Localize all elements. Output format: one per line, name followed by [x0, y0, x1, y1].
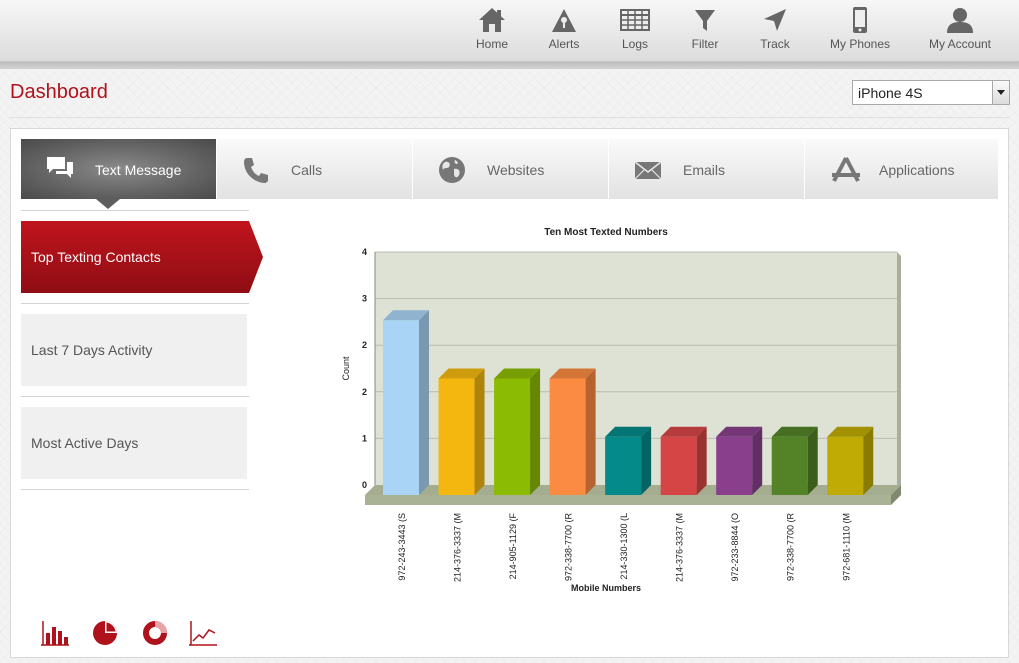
y-tick-label: 2	[362, 387, 367, 397]
x-tick-label: 214-905-1129 (F	[508, 512, 518, 579]
x-tick-label: 972-681-1110 (M	[841, 513, 851, 581]
page-title: Dashboard	[10, 81, 108, 103]
chart-bar	[494, 378, 531, 495]
chart-bar	[549, 378, 586, 495]
nav-filter-label: Filter	[691, 37, 719, 51]
chart-bar	[605, 436, 642, 495]
x-tick-label: 972-233-8844 (O	[730, 513, 740, 582]
tab-emails-label: Emails	[683, 162, 726, 178]
x-tick-label: 972-338-7700 (R	[564, 513, 574, 582]
sidebar-item-label: Last 7 Days Activity	[31, 342, 153, 358]
globe-icon	[439, 157, 465, 183]
nav-logs-label: Logs	[621, 37, 649, 51]
y-tick-label: 4	[362, 247, 367, 257]
nav-logs[interactable]: Logs	[595, 6, 675, 56]
nav-track-label: Track	[760, 37, 790, 51]
y-axis-label: Count	[341, 356, 351, 381]
plot-area-side	[897, 252, 901, 485]
chart-bar-side	[807, 426, 818, 495]
line-chart-icon[interactable]	[189, 619, 217, 647]
chart-bar-side	[752, 426, 763, 495]
donut-chart-icon[interactable]	[141, 619, 169, 647]
chevron-down-icon[interactable]	[992, 81, 1009, 104]
nav-filter[interactable]: Filter	[665, 6, 745, 56]
x-tick-label: 214-376-3337 (M	[675, 513, 685, 582]
chart-bar	[716, 436, 753, 495]
sidebar-item-last-7-days-activity[interactable]: Last 7 Days Activity	[21, 314, 247, 386]
x-axis-label: Mobile Numbers	[571, 583, 641, 593]
chart-bar	[383, 320, 419, 495]
alert-icon	[552, 9, 576, 32]
sidebar-item-top-texting-contacts[interactable]: Top Texting Contacts	[21, 221, 263, 293]
top-nav-bar: Home Alerts Logs Filter Track My Phones …	[0, 0, 1019, 62]
home-icon	[479, 8, 505, 32]
plot-floor-front	[365, 495, 891, 505]
logs-icon	[620, 9, 650, 31]
sidebar-divider	[21, 396, 249, 397]
tab-emails[interactable]: Emails	[609, 139, 805, 199]
phone-icon	[853, 7, 867, 33]
phone-handset-icon	[244, 158, 268, 183]
y-tick-label: 2	[362, 340, 367, 350]
chart-bar	[827, 436, 864, 495]
app-store-icon	[832, 157, 860, 182]
chart-title: Ten Most Texted Numbers	[544, 227, 668, 238]
nav-track[interactable]: Track	[735, 6, 815, 56]
chart-bar	[660, 436, 697, 495]
title-divider	[10, 117, 1009, 118]
tab-text-message-label: Text Message	[95, 162, 182, 178]
top-nav-stripe	[0, 62, 1019, 69]
y-tick-label: 1	[362, 433, 367, 443]
filter-icon	[695, 10, 715, 31]
bar-chart-icon[interactable]	[41, 619, 69, 647]
dashboard-panel: Text Message Calls Websites Emails Appli…	[10, 128, 1009, 658]
chart-bar-side	[863, 426, 874, 495]
sidebar-divider	[21, 303, 249, 304]
tab-applications-label: Applications	[879, 162, 955, 178]
sidebar-divider	[21, 489, 249, 490]
nav-home[interactable]: Home	[452, 6, 532, 56]
nav-my-account-label: My Account	[928, 37, 992, 51]
nav-home-label: Home	[475, 37, 508, 51]
chat-icon	[47, 157, 73, 178]
chart-bar-side	[641, 426, 652, 495]
sidebar-item-label: Top Texting Contacts	[31, 249, 161, 265]
device-select-value: iPhone 4S	[858, 85, 923, 101]
chart-bar-side	[474, 368, 485, 495]
track-icon	[764, 9, 786, 31]
chart-bar	[438, 378, 475, 495]
account-icon	[947, 8, 973, 33]
chart-bar	[771, 436, 808, 495]
bar-chart: Ten Most Texted Numbers 0 1 2 2 3 4 972-243-344…	[341, 227, 901, 593]
nav-my-account[interactable]: My Account	[920, 6, 1000, 56]
nav-my-phones-label: My Phones	[829, 37, 891, 51]
y-tick-label: 0	[362, 480, 367, 490]
x-tick-label: 972-243-3443 (S	[397, 513, 407, 581]
chart-bar-side	[585, 368, 596, 495]
tab-calls-label: Calls	[291, 162, 323, 178]
sidebar-item-most-active-days[interactable]: Most Active Days	[21, 407, 247, 479]
x-tick-label: 214-330-1300 (L	[619, 513, 629, 580]
tab-websites-label: Websites	[487, 162, 545, 178]
chart-bar-side	[419, 310, 429, 495]
device-select[interactable]: iPhone 4S	[852, 80, 1010, 105]
chart-bar-side	[696, 426, 707, 495]
tab-applications[interactable]: Applications	[805, 139, 999, 199]
y-tick-label: 3	[362, 294, 367, 304]
x-tick-label: 972-338-7700 (R	[786, 513, 796, 582]
nav-alerts-label: Alerts	[548, 37, 580, 51]
envelope-icon	[634, 161, 662, 180]
sidebar-divider	[21, 210, 249, 211]
nav-my-phones[interactable]: My Phones	[820, 6, 900, 56]
nav-alerts[interactable]: Alerts	[524, 6, 604, 56]
x-tick-label: 214-376-3337 (M	[453, 513, 463, 582]
chart-bar-side	[530, 368, 541, 495]
active-tab-pointer	[96, 199, 120, 209]
tab-text-message[interactable]: Text Message	[21, 139, 217, 199]
sidebar-item-label: Most Active Days	[31, 435, 139, 451]
pie-chart-icon[interactable]	[91, 619, 119, 647]
tab-calls[interactable]: Calls	[217, 139, 413, 199]
tab-websites[interactable]: Websites	[413, 139, 609, 199]
